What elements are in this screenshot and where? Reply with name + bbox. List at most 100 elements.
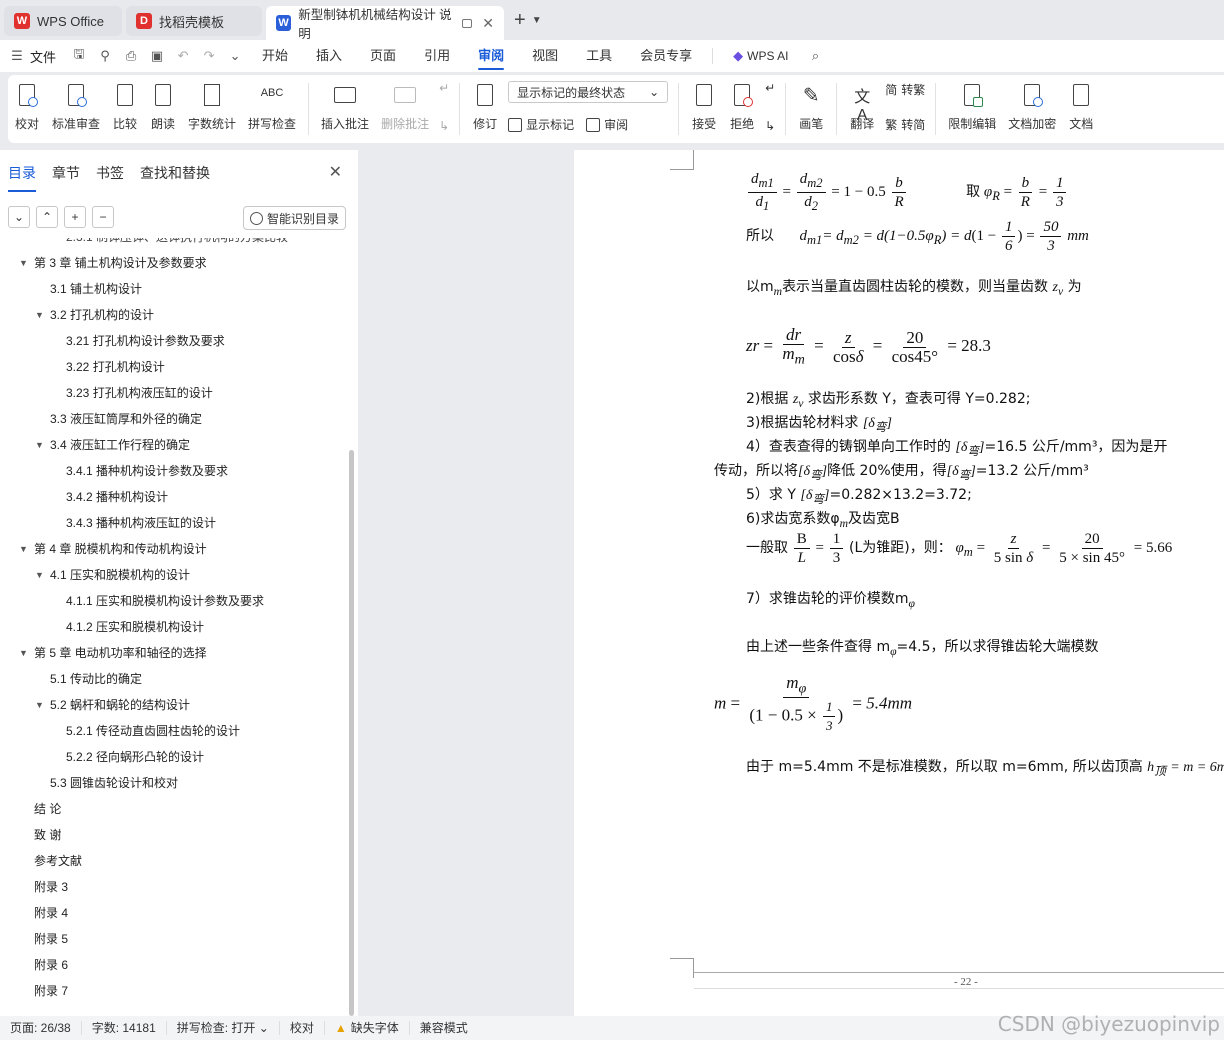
next-comment-icon[interactable]: ↳	[439, 119, 449, 133]
read-aloud-button[interactable]: 朗读	[144, 79, 182, 139]
to-traditional-button[interactable]: 简转繁	[885, 81, 925, 98]
revise-button[interactable]: 修订	[466, 79, 504, 139]
toc-item[interactable]: ▼ 3.4 液压缸工作行程的确定	[0, 432, 350, 458]
toc-item[interactable]: 3.4.3 播种机构液压缸的设计	[0, 510, 350, 536]
undo-icon[interactable]: ↶	[170, 48, 196, 64]
word-count-button[interactable]: 字数统计	[182, 79, 242, 139]
collapse-icon[interactable]: ⌃	[36, 206, 58, 228]
restrict-edit-button[interactable]: 限制编辑	[942, 79, 1002, 139]
page-indicator[interactable]: 页面: 26/38	[0, 1021, 82, 1035]
accept-button[interactable]: 接受	[685, 79, 723, 139]
proof-indicator[interactable]: 校对	[280, 1021, 325, 1035]
proofread-button[interactable]: 校对	[8, 79, 46, 139]
search-icon[interactable]: ⌕	[802, 48, 828, 64]
toc-item[interactable]: 3.23 打孔机构液压缸的设计	[0, 380, 350, 406]
missing-font-indicator[interactable]: ▲ 缺失字体	[325, 1021, 410, 1035]
print-icon[interactable]: ⎙	[118, 48, 144, 64]
toc-item[interactable]: ▼ 4.1 压实和脱模机构的设计	[0, 562, 350, 588]
delete-comment-button[interactable]: 删除批注	[375, 79, 435, 139]
toc-item[interactable]: 5.2.2 径向蜗形凸轮的设计	[0, 744, 350, 770]
toc-item[interactable]: ▼ 第 3 章 铺土机构设计及参数要求	[0, 250, 350, 276]
tab-toc[interactable]: 目录	[8, 160, 36, 192]
toc-item[interactable]: 附录 5	[0, 926, 350, 952]
save-icon[interactable]: 🖫	[66, 45, 92, 67]
toc-item[interactable]: 5.3 圆锥齿轮设计和校对	[0, 770, 350, 796]
expand-arrow-icon[interactable]: ▼	[19, 250, 28, 276]
toc-item[interactable]: 5.2.1 传径动直齿圆柱齿轮的设计	[0, 718, 350, 744]
expand-arrow-icon[interactable]: ▼	[19, 536, 28, 562]
markup-state-select[interactable]: 显示标记的最终状态 ⌄	[508, 81, 669, 103]
expand-arrow-icon[interactable]: ▼	[19, 640, 28, 666]
toc-item[interactable]: 附录 7	[0, 978, 350, 1004]
tab-chapter[interactable]: 章节	[52, 160, 80, 188]
redo-icon[interactable]: ↷	[196, 48, 222, 64]
menu-page[interactable]: 页面	[356, 40, 410, 72]
next-revision-icon[interactable]: ↳	[765, 119, 775, 133]
toc-item[interactable]: 附录 4	[0, 900, 350, 926]
toc-item[interactable]: ▼ 第 5 章 电动机功率和轴径的选择	[0, 640, 350, 666]
toc-item[interactable]: 结 论	[0, 796, 350, 822]
toc-item[interactable]: 致 谢	[0, 822, 350, 848]
review-pane-button[interactable]: 审阅	[586, 116, 628, 133]
expand-arrow-icon[interactable]: ▼	[35, 562, 44, 588]
toc-item[interactable]: 3.21 打孔机构设计参数及要求	[0, 328, 350, 354]
menu-review[interactable]: 审阅	[464, 40, 518, 72]
spell-check-toggle[interactable]: 拼写检查: 打开 ⌄	[167, 1021, 280, 1035]
expand-arrow-icon[interactable]: ▼	[35, 692, 44, 718]
toc-item[interactable]: ▼ 3.2 打孔机构的设计	[0, 302, 350, 328]
pen-button[interactable]: ✎ 画笔	[792, 79, 830, 139]
toc-item[interactable]: 4.1.2 压实和脱模机构设计	[0, 614, 350, 640]
toc-item[interactable]: 3.22 打孔机构设计	[0, 354, 350, 380]
tab-docer-templates[interactable]: D 找稻壳模板	[126, 6, 262, 36]
menu-reference[interactable]: 引用	[410, 40, 464, 72]
compare-button[interactable]: 比较	[106, 79, 144, 139]
file-menu[interactable]: 文件	[30, 47, 56, 66]
print-preview-icon[interactable]: ▣	[144, 48, 170, 64]
toc-item[interactable]: 参考文献	[0, 848, 350, 874]
menu-member[interactable]: 会员专享	[626, 40, 706, 72]
spell-check-button[interactable]: ABC 拼写检查	[242, 79, 302, 139]
add-icon[interactable]: +	[64, 206, 86, 228]
prev-revision-icon[interactable]: ↵	[765, 81, 775, 95]
chevron-down-icon[interactable]: ▼	[532, 15, 542, 26]
toc-item[interactable]: 5.1 传动比的确定	[0, 666, 350, 692]
close-icon[interactable]: ✕	[329, 162, 342, 182]
more-quick-icon[interactable]: ⌄	[222, 48, 248, 64]
expand-arrow-icon[interactable]: ▼	[35, 432, 44, 458]
reject-button[interactable]: 拒绝	[723, 79, 761, 139]
menu-tools[interactable]: 工具	[572, 40, 626, 72]
standard-review-button[interactable]: 标准审查	[46, 79, 106, 139]
toc-item[interactable]: 2.3.1 制钵压钵、送钵执行机构的方案比较	[0, 238, 350, 250]
new-tab-button[interactable]: + ▼	[514, 9, 542, 32]
toc-item[interactable]: 4.1.1 压实和脱模机构设计参数及要求	[0, 588, 350, 614]
toc-item[interactable]: ▼ 第 4 章 脱模机构和传动机构设计	[0, 536, 350, 562]
prev-comment-icon[interactable]: ↵	[439, 81, 449, 95]
toc-item[interactable]: 3.3 液压缸筒厚和外径的确定	[0, 406, 350, 432]
tab-wps-office[interactable]: W WPS Office	[4, 6, 122, 36]
wps-ai-button[interactable]: ◆ WPS AI	[719, 40, 802, 72]
menu-view[interactable]: 视图	[518, 40, 572, 72]
word-count-indicator[interactable]: 字数: 14181	[82, 1021, 167, 1035]
smart-toc-button[interactable]: 智能识别目录	[242, 206, 346, 230]
menu-insert[interactable]: 插入	[302, 40, 356, 72]
expand-icon[interactable]: ⌄	[8, 206, 30, 228]
to-simplified-button[interactable]: 繁转简	[885, 116, 925, 133]
insert-comment-button[interactable]: 插入批注	[315, 79, 375, 139]
show-markup-button[interactable]: 显示标记	[508, 116, 574, 133]
toc-scrollbar[interactable]	[349, 450, 354, 1016]
tab-find-replace[interactable]: 查找和替换	[140, 160, 210, 188]
expand-arrow-icon[interactable]: ▼	[35, 302, 44, 328]
toc-item[interactable]: 附录 3	[0, 874, 350, 900]
tab-document[interactable]: W 新型制钵机机械结构设计 说明 ✕	[266, 6, 504, 41]
doc-more-button[interactable]: 文档	[1062, 79, 1100, 139]
link-icon[interactable]: ⚲	[92, 48, 118, 64]
toc-item[interactable]: 3.4.1 播种机构设计参数及要求	[0, 458, 350, 484]
tab-bookmark[interactable]: 书签	[96, 160, 124, 188]
menu-home[interactable]: 开始	[248, 40, 302, 72]
doc-encrypt-button[interactable]: 文档加密	[1002, 79, 1062, 139]
translate-button[interactable]: 文A 翻译	[843, 79, 881, 139]
toc-item[interactable]: 附录 6	[0, 952, 350, 978]
close-icon[interactable]: ✕	[482, 15, 494, 32]
hamburger-icon[interactable]: ☰	[4, 48, 30, 64]
toc-item[interactable]: ▼ 5.2 蜗杆和蜗轮的结构设计	[0, 692, 350, 718]
